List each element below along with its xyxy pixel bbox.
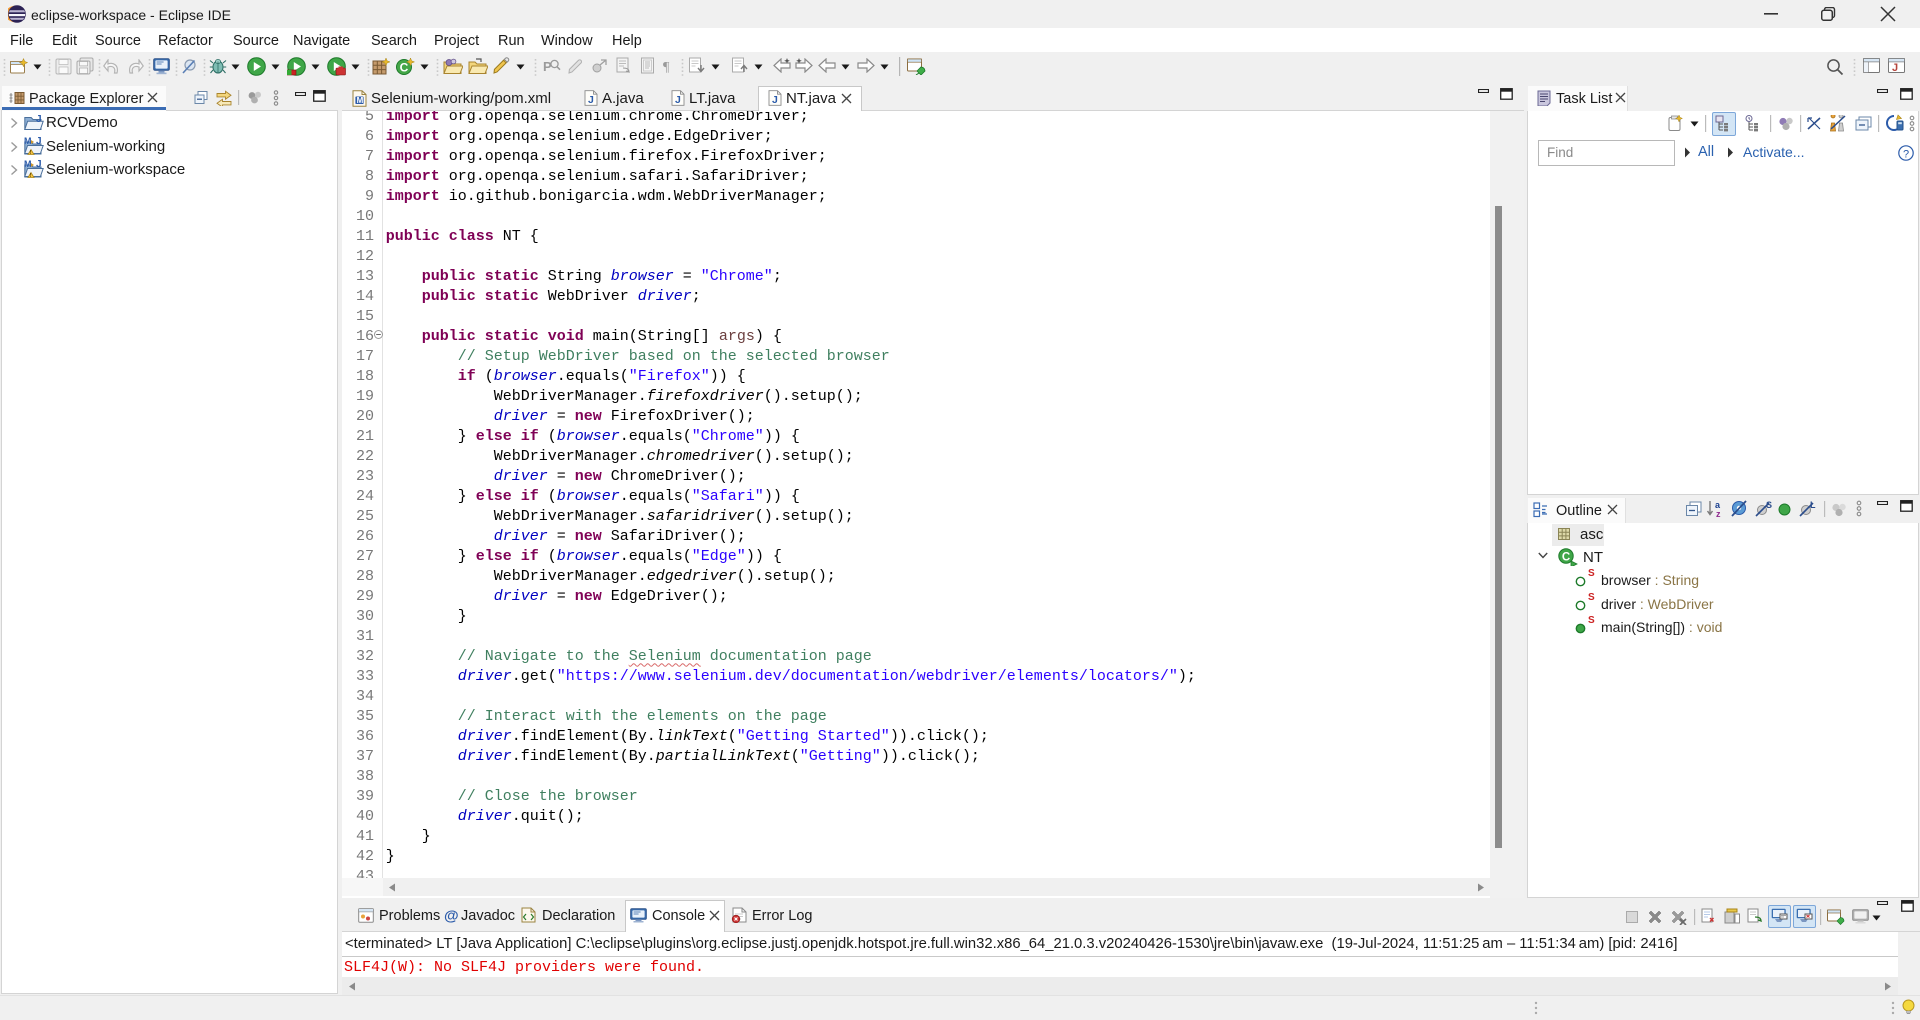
svg-text:J: J bbox=[675, 94, 681, 106]
svg-text:¶: ¶ bbox=[663, 60, 670, 74]
svg-text:M: M bbox=[24, 160, 32, 169]
svg-text:!: ! bbox=[30, 150, 32, 155]
svg-text:?: ? bbox=[1903, 149, 1909, 161]
svg-text:J: J bbox=[36, 160, 42, 170]
svg-text:J: J bbox=[1892, 62, 1898, 74]
svg-text:@: @ bbox=[444, 908, 459, 924]
svg-text:z: z bbox=[1716, 509, 1721, 518]
svg-text:M: M bbox=[357, 96, 364, 105]
svg-text:J: J bbox=[36, 137, 42, 147]
svg-text:C: C bbox=[1562, 552, 1570, 564]
svg-text:C: C bbox=[400, 61, 409, 75]
svg-text:S: S bbox=[1766, 500, 1772, 510]
svg-text:J: J bbox=[36, 114, 42, 125]
svg-text:J: J bbox=[772, 94, 778, 106]
svg-text:P: P bbox=[543, 59, 552, 74]
svg-text:M: M bbox=[24, 137, 32, 146]
svg-text:!: ! bbox=[30, 173, 32, 178]
svg-text:J: J bbox=[588, 94, 594, 106]
svg-text:L: L bbox=[1810, 500, 1816, 510]
